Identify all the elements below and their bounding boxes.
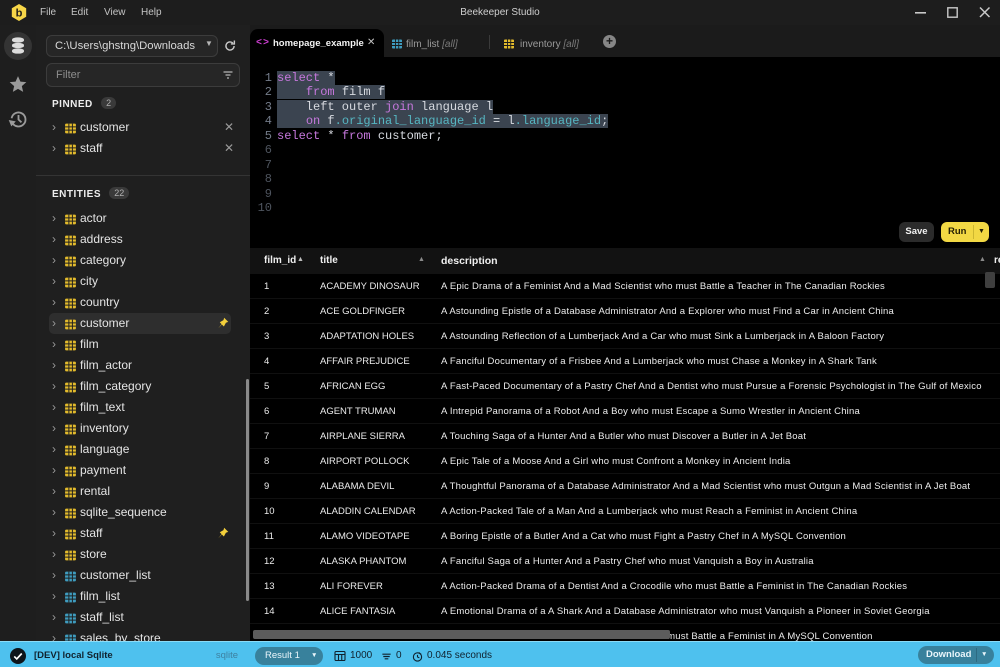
svg-text:b: b <box>16 7 23 19</box>
